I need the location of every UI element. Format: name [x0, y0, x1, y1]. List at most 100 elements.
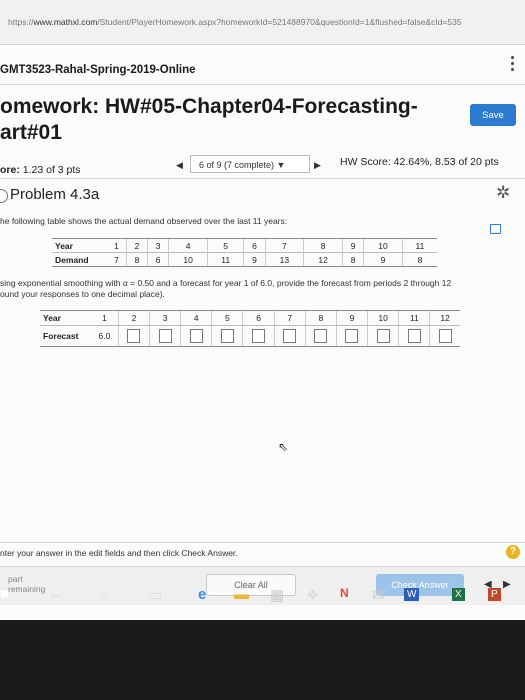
- store-icon[interactable]: ▦: [270, 586, 284, 604]
- back-arrow-icon[interactable]: ←: [48, 586, 63, 603]
- table-cell: 11: [398, 310, 430, 326]
- problem-instructions: sing exponential smoothing with α = 0.50…: [0, 278, 510, 300]
- answer-cell: [273, 325, 306, 347]
- problem-intro: he following table shows the actual dema…: [0, 216, 288, 226]
- forecast-input-6[interactable]: [252, 329, 266, 343]
- answer-cell: [117, 325, 150, 347]
- forecast-input-4[interactable]: [189, 329, 203, 343]
- powerpoint-icon[interactable]: P: [488, 588, 501, 601]
- forecast-input-3[interactable]: [158, 329, 172, 343]
- search-circle-icon[interactable]: ○: [100, 586, 109, 603]
- table-cell: 3: [149, 310, 181, 326]
- homework-title: omework: HW#05-Chapter04-Forecasting-art…: [0, 95, 418, 144]
- forecast-input-2[interactable]: [127, 329, 141, 343]
- answer-cell: [398, 325, 430, 347]
- forecast-input-5[interactable]: [220, 329, 234, 343]
- table-cell: 6: [147, 252, 169, 267]
- netflix-icon[interactable]: N: [340, 586, 349, 600]
- forecast-input-12[interactable]: [438, 329, 452, 343]
- dropbox-icon[interactable]: ❖: [306, 586, 319, 604]
- remaining-label: remaining: [8, 584, 46, 594]
- problem-status-icon: [0, 189, 8, 203]
- forecast-input-7[interactable]: [283, 329, 297, 343]
- table-cell: 7: [264, 238, 304, 253]
- table-cell: 12: [429, 310, 460, 326]
- mail-icon[interactable]: ✉: [372, 586, 385, 604]
- problem-title: Problem 4.3a: [10, 186, 100, 203]
- divider: [0, 84, 525, 85]
- table-cell: 9: [335, 310, 368, 326]
- answer-cell: [367, 325, 399, 347]
- row-header: Year: [40, 310, 91, 326]
- footer-instructions: nter your answer in the edit fields and …: [0, 548, 238, 558]
- task-view-icon[interactable]: ▭: [148, 586, 162, 604]
- forecast-input-11[interactable]: [407, 329, 421, 343]
- edge-browser-icon[interactable]: e: [198, 586, 206, 603]
- table-cell: 9: [341, 238, 364, 253]
- file-explorer-icon[interactable]: ▬: [234, 586, 249, 603]
- table-row: Year 1 2 3 4 5 6 7 8 9 10 11: [52, 238, 437, 253]
- gear-icon[interactable]: ✲: [496, 183, 510, 203]
- table-cell: 4: [180, 310, 212, 326]
- table-cell: 9: [243, 252, 266, 267]
- table-cell: 8: [401, 252, 437, 267]
- table-cell: 10: [168, 252, 208, 267]
- table-cell: 6.0: [91, 325, 119, 347]
- table-row: Demand 7 8 6 10 11 9 13 12 8 9 8: [52, 252, 437, 267]
- table-row: Forecast 6.0: [40, 325, 460, 347]
- next-part-icon[interactable]: ▶: [503, 579, 511, 590]
- table-cell: 10: [363, 238, 403, 253]
- table-cell: 4: [168, 238, 208, 253]
- question-selector[interactable]: 6 of 9 (7 complete) ▼: [190, 155, 310, 173]
- table-cell: 10: [367, 310, 399, 326]
- forecast-input-8[interactable]: [314, 329, 328, 343]
- divider: [0, 178, 525, 179]
- answer-cell: [149, 325, 181, 347]
- url-text[interactable]: https://www.mathxl.com/Student/PlayerHom…: [8, 17, 462, 27]
- table-row: Year 1 2 3 4 5 6 7 8 9 10 11 12: [40, 310, 460, 326]
- hw-score: HW Score: 42.64%, 8.53 of 20 pts: [340, 156, 499, 168]
- windows-start-icon[interactable]: ■: [0, 585, 9, 602]
- forecast-input-10[interactable]: [376, 329, 390, 343]
- answer-cell: [242, 325, 275, 347]
- save-button[interactable]: Save: [470, 104, 516, 126]
- table-cell: 2: [125, 238, 148, 253]
- row-header: Forecast: [40, 325, 91, 347]
- mouse-cursor-icon: ⇖: [278, 440, 289, 454]
- screen: https://www.mathxl.com/Student/PlayerHom…: [0, 0, 525, 620]
- answer-cell: [180, 325, 212, 347]
- divider: [0, 542, 525, 543]
- table-cell: 8: [125, 252, 148, 267]
- row-header: Year: [52, 238, 107, 253]
- answer-cell: [211, 325, 243, 347]
- answer-cell: [304, 325, 337, 347]
- table-cell: 8: [341, 252, 364, 267]
- table-cell: 8: [303, 238, 343, 253]
- word-icon[interactable]: W: [404, 588, 420, 601]
- table-cell: 13: [264, 252, 304, 267]
- course-title: GMT3523-Rahal-Spring-2019-Online: [0, 64, 196, 76]
- table-cell: 5: [211, 310, 243, 326]
- table-cell: 12: [303, 252, 343, 267]
- copy-table-icon[interactable]: [490, 224, 501, 234]
- excel-icon[interactable]: X: [452, 588, 465, 601]
- table-cell: 7: [273, 310, 306, 326]
- help-icon[interactable]: ?: [506, 545, 520, 559]
- check-answer-button[interactable]: Check Answer: [376, 574, 464, 596]
- forecast-table: Year 1 2 3 4 5 6 7 8 9 10 11 12 Forecast…: [40, 310, 460, 347]
- instructions-line: ound your responses to one decimal place…: [0, 289, 165, 299]
- answer-cell: [335, 325, 368, 347]
- instructions-line: sing exponential smoothing with α = 0.50…: [0, 278, 452, 288]
- more-options-icon[interactable]: [511, 56, 515, 74]
- previous-question-icon[interactable]: ◀: [176, 160, 183, 171]
- table-cell: 8: [304, 310, 337, 326]
- table-cell: 5: [206, 238, 244, 253]
- next-question-icon[interactable]: ▶: [314, 160, 321, 171]
- forecast-input-9[interactable]: [345, 329, 359, 343]
- table-cell: 11: [401, 238, 437, 253]
- answer-cell: [429, 325, 460, 347]
- table-cell: 1: [91, 310, 119, 326]
- table-cell: 6: [243, 238, 266, 253]
- browser-address-bar[interactable]: https://www.mathxl.com/Student/PlayerHom…: [0, 0, 525, 45]
- parts-remaining: part remaining: [8, 574, 45, 594]
